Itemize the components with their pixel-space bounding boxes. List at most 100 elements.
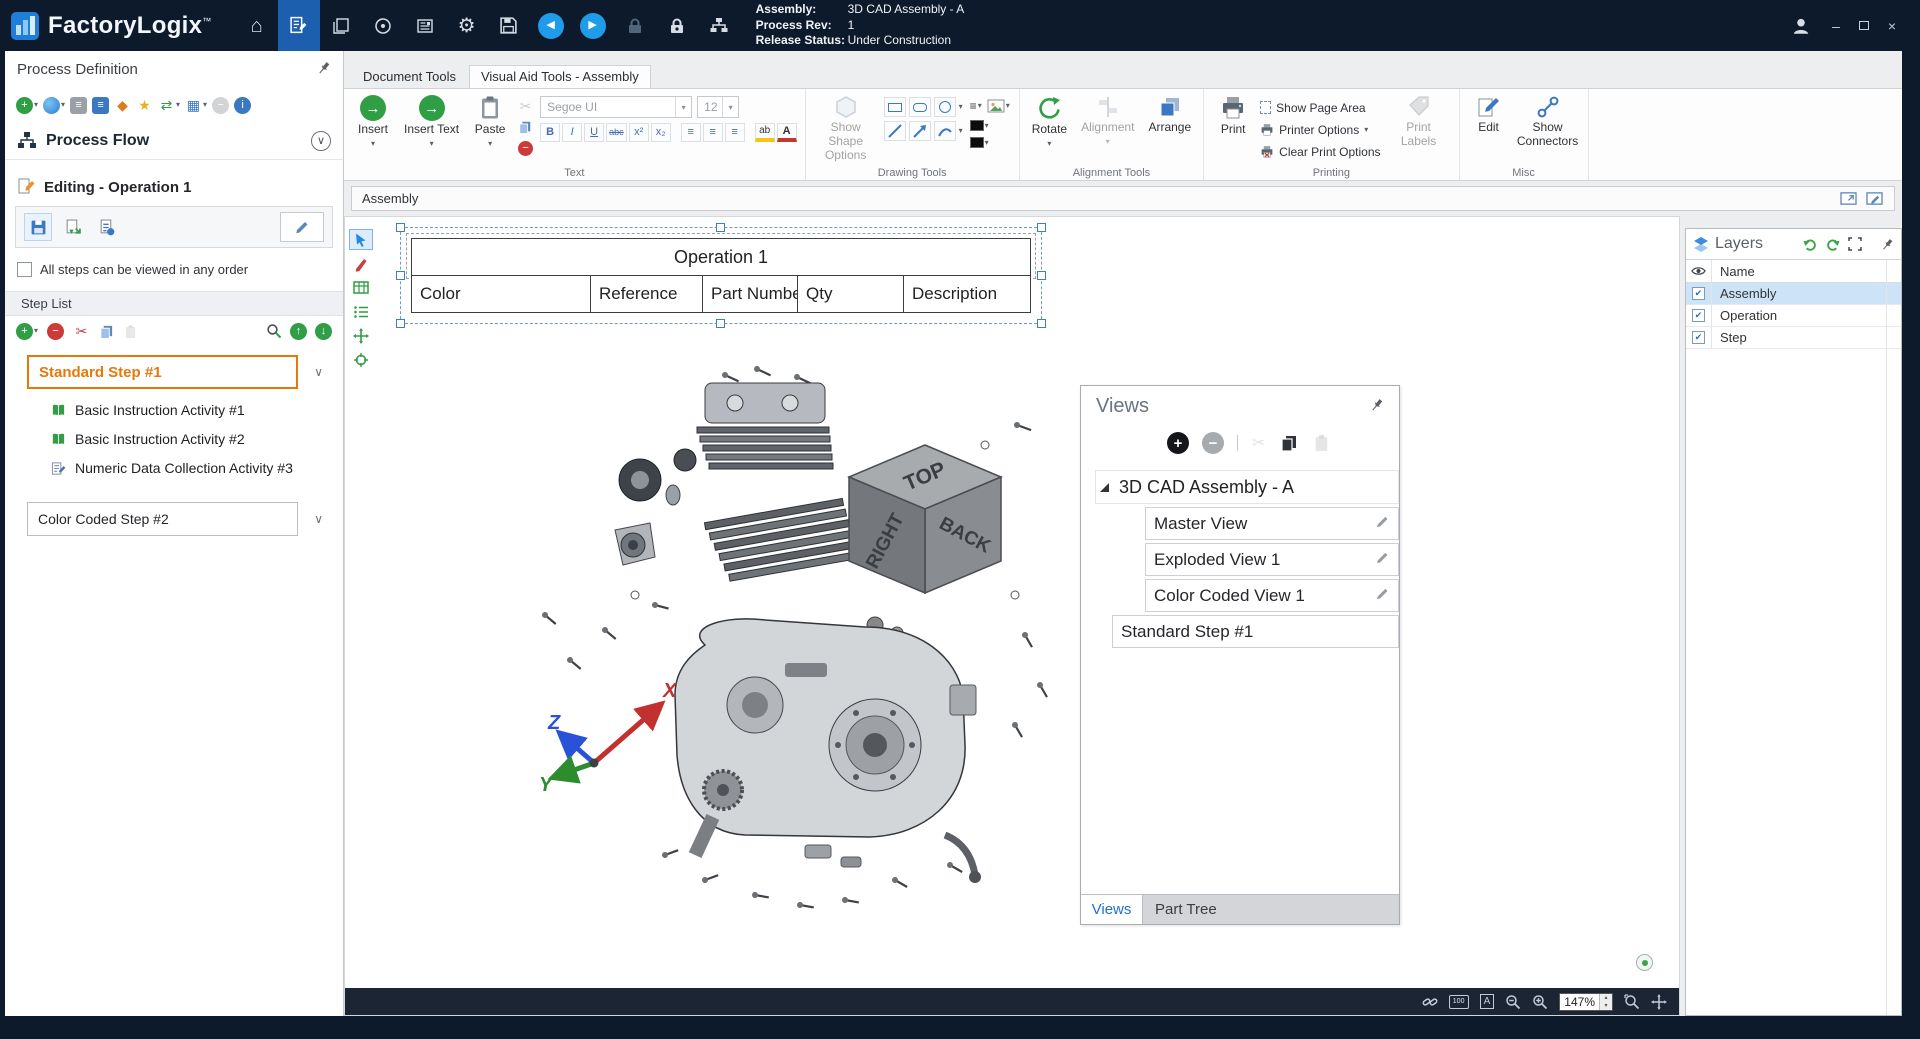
cut-view-button[interactable]: ✂ [1251,432,1266,454]
expand-all-button[interactable]: ↓ [314,322,333,341]
step-row[interactable]: Color Coded Step #2 ∨ [27,502,329,536]
copy-view-button[interactable] [1279,433,1299,453]
rotate-button[interactable]: Rotate ▾ [1028,92,1071,148]
paste-view-button[interactable] [1312,433,1331,453]
grid-view-button[interactable]: ▦▾ [184,96,208,115]
remove-process-button[interactable]: − [211,96,230,115]
chevron-down-icon[interactable]: ∨ [314,512,323,526]
tab-part-tree[interactable]: Part Tree [1143,895,1399,924]
spin-up-icon[interactable]: ▴ [1600,994,1612,1002]
user-button[interactable] [1780,0,1822,51]
view-item-exploded[interactable]: Exploded View 1 [1145,543,1399,576]
copy-step-button[interactable] [98,323,115,340]
arrange-button[interactable]: Arrange [1144,92,1195,135]
redo-button[interactable] [1824,236,1842,253]
lock-button[interactable] [614,0,656,51]
print-labels-button[interactable]: Print Labels [1387,92,1451,149]
rename-pencil-icon[interactable] [1375,586,1390,606]
save-operation-button[interactable] [24,213,52,241]
align-right-button[interactable]: ≡ [725,123,745,142]
fit-text-button[interactable]: A [1480,994,1495,1009]
move-tool-button[interactable] [349,325,373,346]
tab-visual-aid-tools[interactable]: Visual Aid Tools - Assembly [469,65,651,88]
show-page-area-button[interactable]: Show Page Area [1260,98,1380,117]
add-view-button[interactable]: + [1167,432,1189,454]
hierarchy-button[interactable] [698,0,740,51]
spin-down-icon[interactable]: ▾ [1600,1002,1612,1010]
zoom-in-button[interactable] [1532,994,1548,1010]
alignment-button[interactable]: Alignment ▾ [1077,92,1138,146]
tab-views[interactable]: Views [1081,895,1143,924]
edit-operation-button[interactable] [280,212,324,242]
line-tool-button[interactable] [884,121,906,141]
news-button[interactable] [404,0,446,51]
step-standard-1[interactable]: Standard Step #1 [27,355,298,389]
media-button[interactable] [362,0,404,51]
minimize-button[interactable]: – [1822,11,1850,41]
layer-row-assembly[interactable]: ✔ Assembly [1686,283,1901,305]
copy-process-button[interactable]: ≡ [91,96,110,115]
view-item-master[interactable]: Master View [1145,507,1399,540]
fill-color-button[interactable]: ▾ [969,136,990,149]
show-connectors-button[interactable]: Show Connectors [1516,92,1580,149]
layer-row-operation[interactable]: ✔ Operation [1686,305,1901,327]
insert-image-button[interactable]: ▾ [986,97,1011,115]
delete-button[interactable]: − [517,140,534,157]
edit-document-button[interactable] [1865,190,1884,207]
paste-button[interactable]: Paste ▾ [469,92,511,148]
resize-handle[interactable] [1037,223,1046,232]
clear-print-options-button[interactable]: Clear Print Options [1260,142,1380,161]
favorites-button[interactable]: ★ [135,96,154,115]
align-left-button[interactable]: ≡ [681,123,701,142]
zoom-stepper[interactable]: ▴ ▾ [1599,994,1612,1010]
align-center-button[interactable]: ≡ [703,123,723,142]
resize-handle[interactable] [1037,319,1046,328]
curve-tool-button[interactable] [934,121,956,141]
operation-table[interactable]: Operation 1 Color Reference Part Number … [411,238,1031,313]
remove-step-button[interactable]: − [46,322,65,341]
list-tool-button[interactable] [349,301,373,322]
strikethrough-button[interactable]: abc [606,123,627,142]
resize-handle[interactable] [396,319,405,328]
arrow-tool-button[interactable] [909,121,931,141]
any-order-option[interactable]: All steps can be viewed in any order [17,262,331,277]
layer-row-step[interactable]: ✔ Step [1686,327,1901,349]
transfer-button[interactable]: ⇄▾ [157,96,181,115]
show-shape-options-button[interactable]: Show Shape Options [814,92,878,162]
document-canvas[interactable]: Operation 1 Color Reference Part Number … [344,216,1680,1016]
activity-row[interactable]: Numeric Data Collection Activity #3 [51,460,329,476]
zoom-out-button[interactable] [1505,994,1521,1010]
link-zoom-button[interactable] [1422,994,1438,1010]
collapse-all-button[interactable]: ↑ [289,322,308,341]
step-color-coded-2[interactable]: Color Coded Step #2 [27,502,298,536]
print-button[interactable]: Print [1212,92,1254,137]
zoom-region-button[interactable] [1624,994,1640,1010]
font-size-select[interactable]: 12 ▾ [697,96,739,118]
resize-handle[interactable] [396,271,405,280]
printer-options-button[interactable]: Printer Options ▾ [1260,120,1380,139]
view-item-standard-step[interactable]: Standard Step #1 [1112,615,1399,648]
orientation-cube[interactable]: TOP BACK RIGHT [849,445,1001,593]
settings-button[interactable]: ⚙ [446,0,488,51]
add-step-button[interactable]: +▾ [15,322,39,341]
cut-step-button[interactable]: ✂ [72,322,91,341]
templates-button[interactable] [320,0,362,51]
rectangle-tool-button[interactable] [884,97,906,117]
tab-document-tools[interactable]: Document Tools [352,66,467,88]
expander-icon[interactable] [1100,483,1109,492]
edit-button[interactable]: Edit [1468,92,1510,135]
info-button[interactable]: i [233,96,252,115]
step-row[interactable]: Standard Step #1 ∨ [27,355,329,389]
font-family-select[interactable]: Segoe UI ▾ [540,96,692,118]
view-item-color-coded[interactable]: Color Coded View 1 [1145,579,1399,612]
undo-button[interactable] [1801,236,1819,253]
resize-handle[interactable] [716,319,725,328]
copy-button[interactable] [517,119,534,135]
zoom-level-control[interactable]: 147% ▴ ▾ [1559,993,1613,1011]
import-operation-button[interactable] [58,213,86,241]
paste-step-button[interactable] [122,323,139,340]
chevron-down-icon[interactable]: ∨ [314,365,323,379]
resize-handle[interactable] [1037,271,1046,280]
scroll-origin-button[interactable] [1636,954,1653,971]
security-button[interactable] [656,0,698,51]
